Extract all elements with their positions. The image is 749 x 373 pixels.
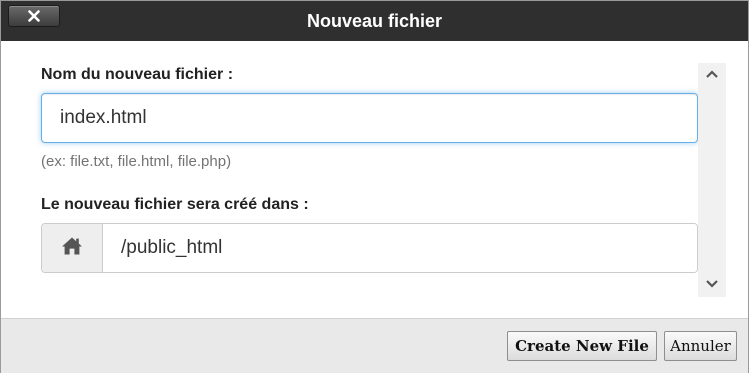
close-icon <box>28 10 40 22</box>
dialog-title: Nouveau fichier <box>306 11 443 31</box>
home-addon <box>42 224 103 272</box>
create-new-file-button[interactable]: Create New File <box>507 331 657 361</box>
content-scrollbar[interactable] <box>698 63 726 297</box>
filename-input[interactable] <box>41 93 698 143</box>
chevron-up-icon <box>705 66 719 84</box>
chevron-down-icon <box>705 276 719 294</box>
new-file-dialog: Nouveau fichier Nom du nouveau fichier :… <box>0 0 749 373</box>
close-button[interactable] <box>8 5 60 27</box>
filename-label: Nom du nouveau fichier : <box>41 66 234 83</box>
location-input[interactable] <box>103 224 697 272</box>
location-field-group <box>41 223 698 273</box>
scroll-up-button[interactable] <box>698 65 726 85</box>
dialog-titlebar: Nouveau fichier <box>1 1 748 41</box>
dialog-footer: Create New File Annuler <box>1 318 748 373</box>
location-label: Le nouveau fichier sera créé dans : <box>41 196 309 213</box>
filename-hint: (ex: file.txt, file.html, file.php) <box>41 153 232 170</box>
scroll-down-button[interactable] <box>698 275 726 295</box>
home-icon <box>61 236 83 261</box>
dialog-content: Nom du nouveau fichier : (ex: file.txt, … <box>1 41 748 318</box>
cancel-button[interactable]: Annuler <box>664 331 737 361</box>
